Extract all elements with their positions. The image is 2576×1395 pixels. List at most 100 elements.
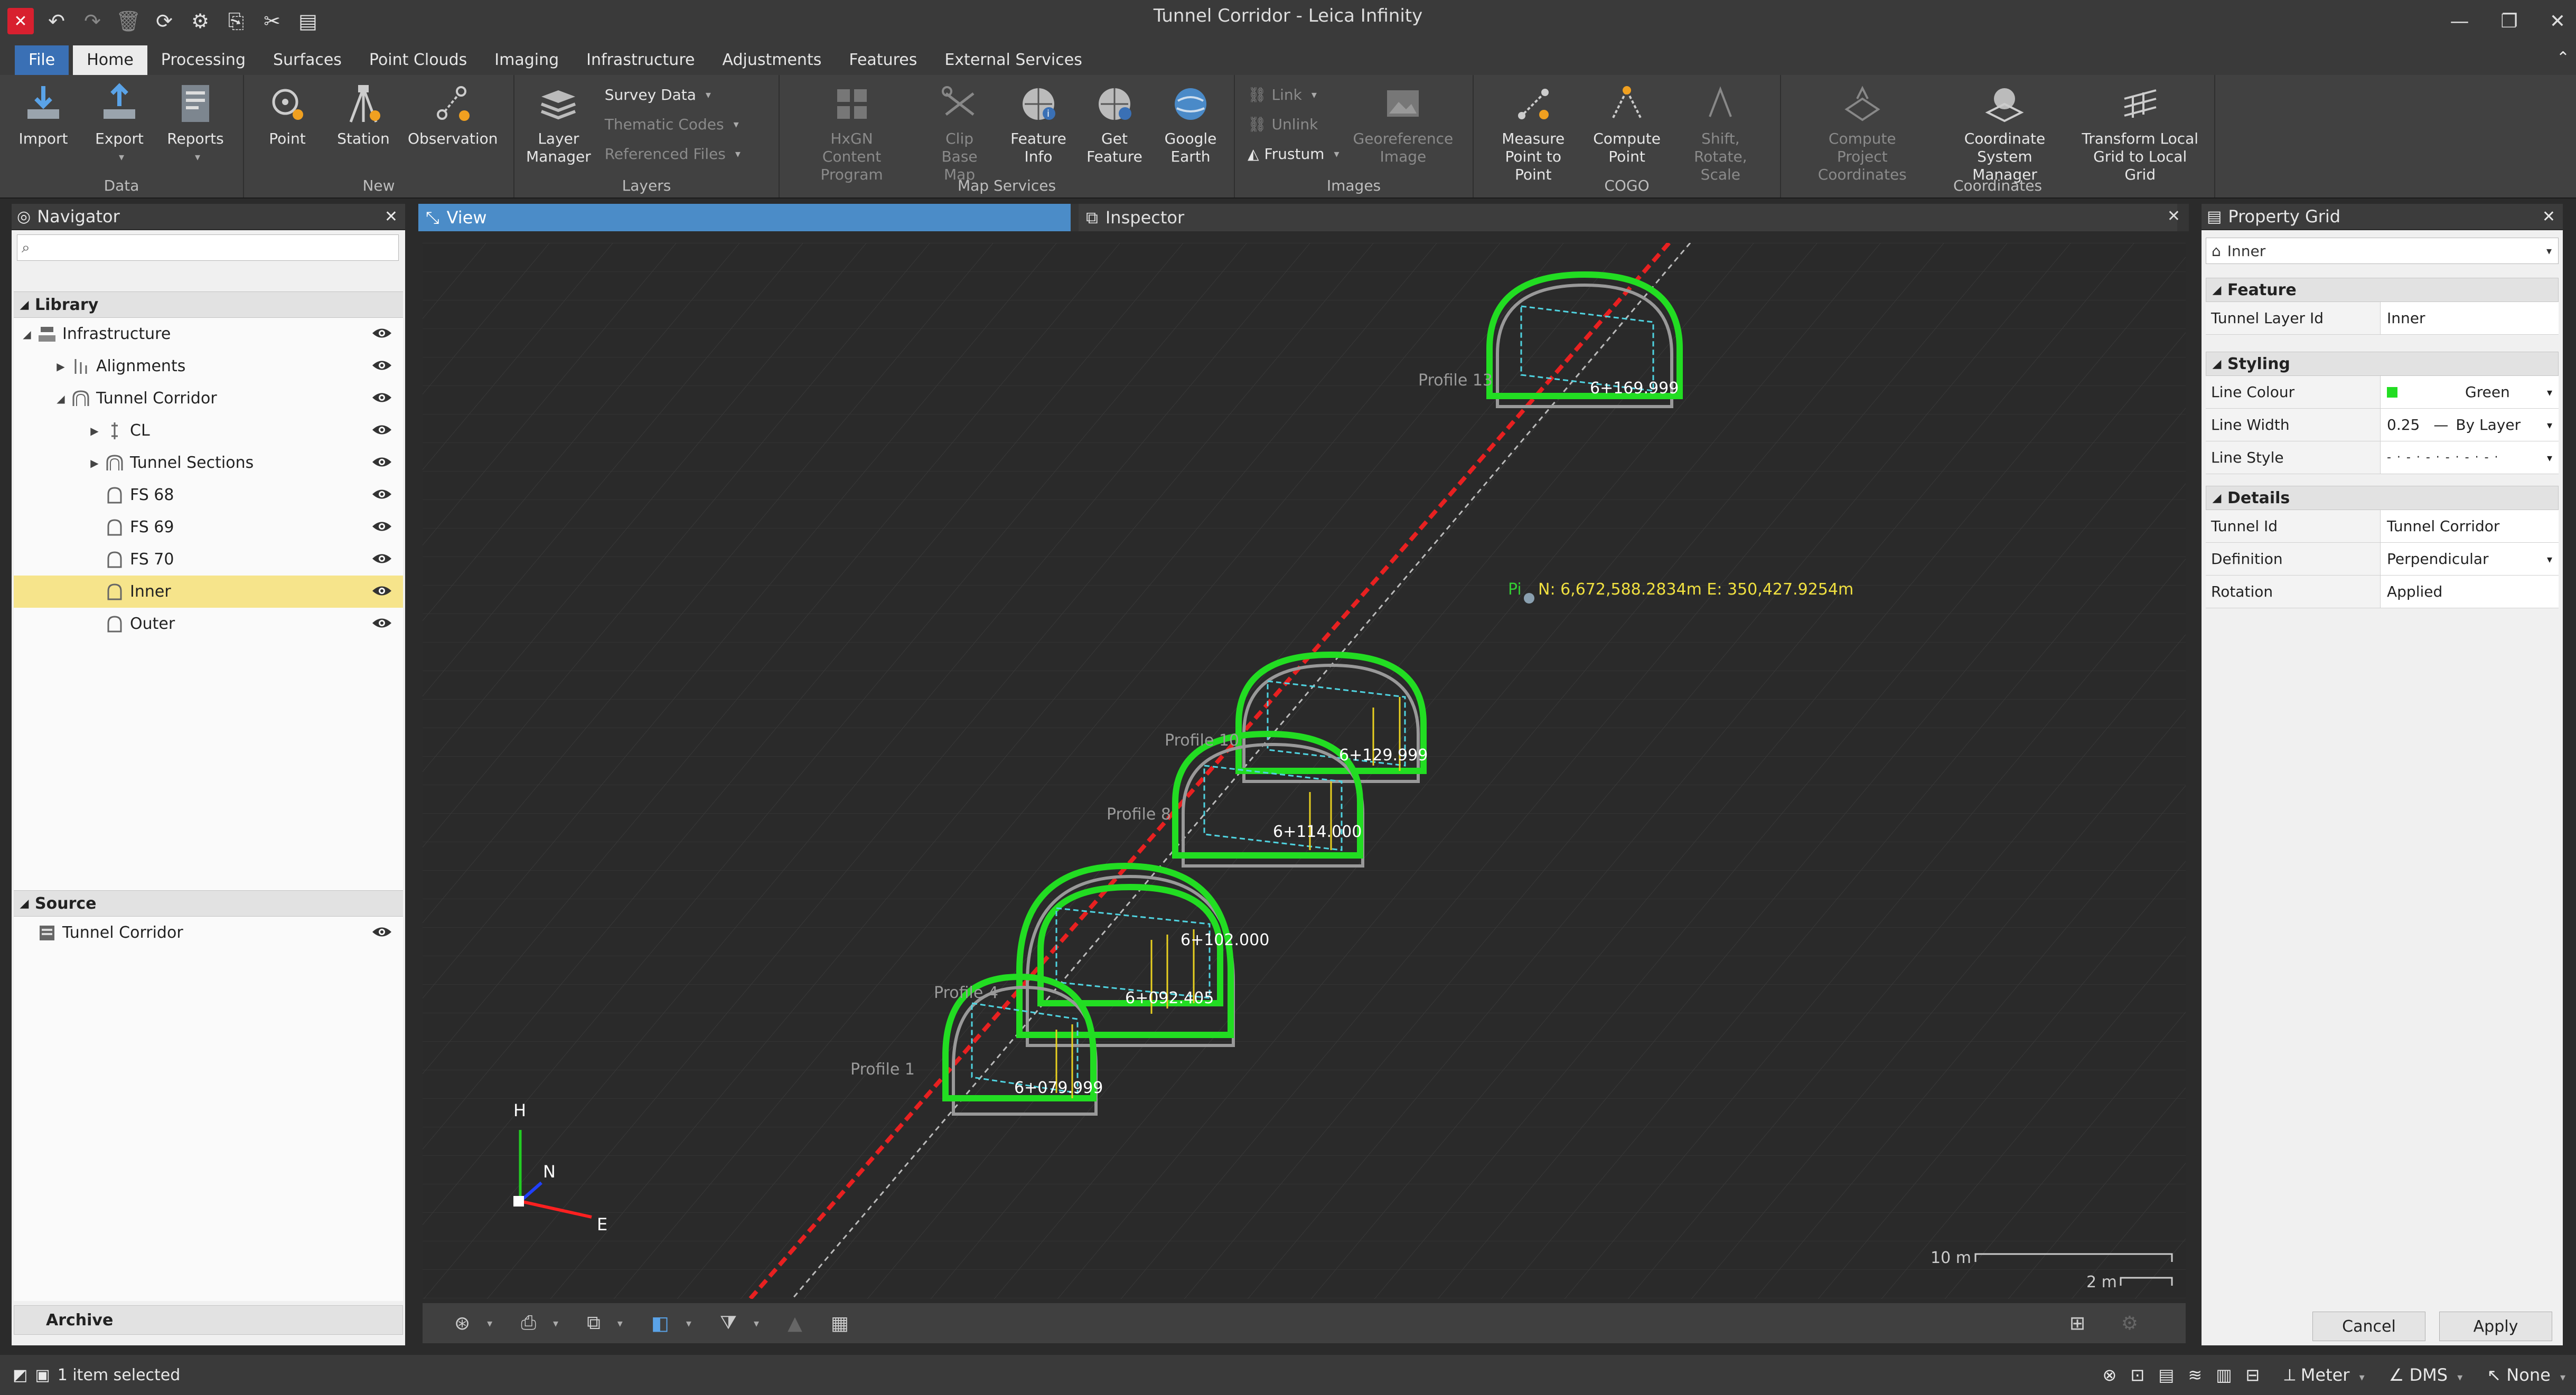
tree-item-alignments[interactable]: ▶ Alignments	[14, 350, 403, 382]
visibility-eye-icon[interactable]	[371, 551, 392, 571]
line-colour-dropdown[interactable]: Green ▾	[2381, 376, 2559, 408]
survey-icon[interactable]: ⚙	[187, 8, 213, 34]
reports-button[interactable]: Reports ▾	[157, 75, 233, 166]
feature-info-button[interactable]: i Feature Info	[1000, 75, 1076, 166]
visibility-eye-icon[interactable]	[371, 924, 392, 944]
close-icon[interactable]: ✕	[2542, 208, 2555, 226]
tab-point-clouds[interactable]: Point Clouds	[355, 45, 481, 75]
angle-selector[interactable]: ∠ DMS ▾	[2389, 1365, 2463, 1385]
observation-button[interactable]: Observation	[401, 75, 504, 148]
undo-icon[interactable]: ↶	[43, 8, 70, 34]
unlink-button[interactable]: ⛓ Unlink	[1248, 112, 1339, 136]
tab-features[interactable]: Features	[835, 45, 931, 75]
definition-dropdown[interactable]: Perpendicular ▾	[2381, 543, 2559, 575]
cancel-button[interactable]: Cancel	[2312, 1312, 2425, 1341]
styling-section-header[interactable]: ◢ Styling	[2206, 352, 2559, 376]
tab-view[interactable]: ⤡ View	[418, 204, 1071, 231]
tunnel-id-field[interactable]: Tunnel Corridor	[2381, 510, 2559, 542]
import-button[interactable]: Import	[5, 75, 81, 148]
3d-viewport[interactable]: Profile 13 Profile 10 Profile 8 Profile …	[423, 243, 2186, 1299]
terrain-icon[interactable]: ▲	[788, 1313, 802, 1334]
redo-icon[interactable]: ↷	[79, 8, 106, 34]
tree-item-fs-70[interactable]: FS 70	[14, 543, 403, 576]
tab-adjustments[interactable]: Adjustments	[708, 45, 835, 75]
visibility-eye-icon[interactable]	[371, 615, 392, 635]
grid-icon[interactable]: ▦	[831, 1313, 849, 1334]
tree-item-outer[interactable]: Outer	[14, 608, 403, 640]
tab-processing[interactable]: Processing	[147, 45, 259, 75]
visibility-eye-icon[interactable]	[371, 422, 392, 442]
visibility-eye-icon[interactable]	[371, 454, 392, 474]
line-width-dropdown[interactable]: 0.25 — By Layer ▾	[2381, 409, 2559, 441]
tree-item-tunnel-sections[interactable]: ▶ Tunnel Sections	[14, 447, 403, 479]
collapse-ribbon-icon[interactable]: ⌃	[2556, 49, 2570, 67]
delete-icon[interactable]: 🗑	[115, 8, 142, 34]
compute-point-button[interactable]: Compute Point	[1587, 75, 1666, 166]
point-button[interactable]: Point	[249, 75, 325, 148]
refresh-icon[interactable]: ⟳	[151, 8, 177, 34]
visibility-eye-icon[interactable]	[371, 357, 392, 378]
frustum-dropdown[interactable]: ◭ Frustum ▾	[1248, 142, 1339, 166]
table-icon[interactable]: ▤	[2158, 1365, 2174, 1385]
layer-manager-button[interactable]: Layer Manager	[520, 75, 597, 166]
zoom-extent-icon[interactable]: ⊡	[2130, 1365, 2144, 1385]
ruler-icon[interactable]: ⊟	[2245, 1365, 2260, 1385]
collapsed-triangle-icon[interactable]: ▶	[87, 457, 102, 469]
pi-point[interactable]	[1524, 593, 1534, 604]
snap-icon[interactable]: ⊗	[2103, 1365, 2117, 1385]
details-section-header[interactable]: ◢ Details	[2206, 486, 2559, 510]
collapsed-triangle-icon[interactable]: ▶	[53, 360, 69, 373]
export-button[interactable]: Export ▾	[81, 75, 157, 166]
clipboard-icon[interactable]: ⎘	[223, 8, 249, 34]
visibility-eye-icon[interactable]	[371, 519, 392, 539]
tab-file[interactable]: File	[15, 45, 69, 75]
shift-rotate-scale-button[interactable]: Shift, Rotate, Scale	[1666, 75, 1775, 184]
survey-data-dropdown[interactable]: Survey Data ▾	[605, 82, 741, 107]
tree-item-fs-69[interactable]: FS 69	[14, 511, 403, 543]
apply-button[interactable]: Apply	[2439, 1312, 2552, 1341]
visibility-eye-icon[interactable]	[371, 486, 392, 506]
compute-project-coordinates-button[interactable]: Compute Project Coordinates	[1786, 75, 1938, 184]
navigation-mode-icon[interactable]: ⊛	[454, 1313, 470, 1334]
unit-selector[interactable]: ⟂ Meter ▾	[2284, 1365, 2364, 1385]
layout-icon[interactable]: ▤	[295, 8, 321, 34]
app-logo-icon[interactable]: ✕	[7, 8, 34, 34]
library-section-header[interactable]: ◢ Library	[14, 291, 403, 318]
visibility-eye-icon[interactable]	[371, 325, 392, 345]
tree-item-infrastructure[interactable]: ◢ Infrastructure	[14, 318, 403, 350]
collapsed-triangle-icon[interactable]: ▶	[87, 425, 102, 437]
view-cube-icon[interactable]: ◧	[651, 1313, 669, 1334]
source-item[interactable]: Tunnel Corridor	[14, 917, 403, 949]
selection-icon[interactable]: ⎙	[521, 1312, 536, 1334]
navigator-search-input[interactable]: ⌕	[17, 234, 399, 261]
selected-object-dropdown[interactable]: ⌂ Inner ▾	[2206, 238, 2559, 264]
georeference-image-button[interactable]: Georeference Image	[1347, 75, 1460, 166]
settings-icon[interactable]: ⚙	[2121, 1313, 2138, 1334]
source-section-header[interactable]: ◢ Source	[14, 890, 403, 917]
tab-imaging[interactable]: Imaging	[481, 45, 573, 75]
tools-icon[interactable]: ✂	[259, 8, 285, 34]
close-icon[interactable]: ✕	[2167, 207, 2180, 225]
tree-item-tunnel-corridor[interactable]: ◢ Tunnel Corridor	[14, 382, 403, 414]
tab-surfaces[interactable]: Surfaces	[259, 45, 355, 75]
thematic-codes-dropdown[interactable]: Thematic Codes ▾	[605, 112, 741, 136]
measure-point-to-point-button[interactable]: Measure Point to Point	[1479, 75, 1587, 184]
zoom-icon[interactable]: ⧉	[587, 1312, 601, 1334]
rotation-field[interactable]: Applied	[2381, 576, 2559, 608]
expanded-triangle-icon[interactable]: ◢	[19, 328, 35, 341]
clip-base-map-button[interactable]: Clip Base Map	[919, 75, 1000, 184]
snap-selector[interactable]: ↖ None ▾	[2487, 1365, 2565, 1385]
tab-external-services[interactable]: External Services	[931, 45, 1096, 75]
tab-inspector[interactable]: ⧉ Inspector	[1079, 204, 2177, 231]
referenced-files-dropdown[interactable]: Referenced Files ▾	[605, 142, 741, 166]
archive-section-header[interactable]: Archive	[14, 1305, 403, 1335]
expanded-triangle-icon[interactable]: ◢	[53, 392, 69, 405]
filter-icon[interactable]: ⧩	[720, 1312, 737, 1334]
link-dropdown[interactable]: ⛓ Link ▾	[1248, 82, 1339, 107]
tree-item-inner[interactable]: Inner	[14, 576, 403, 608]
grid-view-icon[interactable]: ▥	[2216, 1365, 2232, 1385]
visibility-eye-icon[interactable]	[371, 390, 392, 410]
tree-item-cl[interactable]: ▶ CL	[14, 414, 403, 447]
line-style-dropdown[interactable]: - · - · - · - · - · - · ▾	[2381, 441, 2559, 474]
hxgn-content-program-button[interactable]: HxGN Content Program	[785, 75, 919, 184]
